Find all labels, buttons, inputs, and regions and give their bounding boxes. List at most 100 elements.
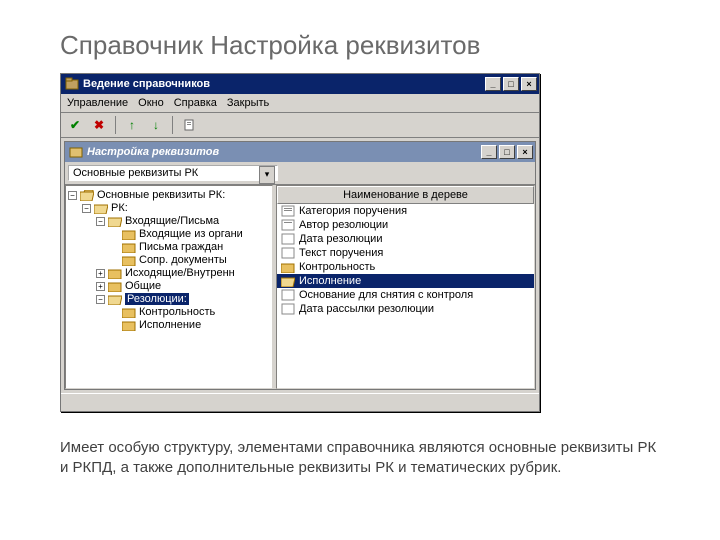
inner-titlebar[interactable]: Настройка реквизитов _ □ × (65, 142, 535, 162)
menubar: Управление Окно Справка Закрыть (61, 94, 539, 113)
maximize-button[interactable]: □ (503, 77, 519, 91)
toolbar: ✔ ✖ ↑ ↓ (61, 113, 539, 138)
tree-node-control[interactable]: Контрольность (68, 306, 270, 318)
dropdown-row: Основные реквизиты РК (65, 162, 535, 184)
tree-label: РК: (111, 202, 128, 214)
tree-label: Контрольность (139, 306, 215, 318)
folder-icon (108, 281, 122, 292)
inner-maximize-button[interactable]: □ (499, 145, 515, 159)
outer-titlebar[interactable]: Ведение справочников _ □ × (61, 74, 539, 94)
inner-minimize-button[interactable]: _ (481, 145, 497, 159)
inner-title-text: Настройка реквизитов (87, 146, 219, 158)
tree-label: Сопр. документы (139, 254, 227, 266)
folder-open-icon (108, 216, 122, 227)
toolbar-cancel-icon[interactable]: ✖ (89, 115, 109, 135)
list-item[interactable]: Основание для снятия с контроля (277, 288, 534, 302)
tree-node-outgoing[interactable]: + Исходящие/Внутренн (68, 267, 270, 279)
list-item[interactable]: Контрольность (277, 260, 534, 274)
tree-spacer (110, 243, 119, 252)
card-icon (281, 219, 295, 231)
card-icon (281, 205, 295, 217)
folder-icon (122, 255, 136, 266)
tree-pane[interactable]: − Основные реквизиты РК: − РК: − Входящи… (65, 185, 273, 389)
list-pane: Наименование в дереве Категория поручени… (276, 185, 535, 389)
tree-label: Входящие из органи (139, 228, 243, 240)
statusbar (61, 393, 539, 411)
list-item-label: Основание для снятия с контроля (299, 289, 473, 301)
tree-label: Письма граждан (139, 241, 223, 253)
tree-label: Общие (125, 280, 161, 292)
list-item-label: Категория поручения (299, 205, 407, 217)
inner-app-icon (69, 145, 83, 159)
card-icon (281, 247, 295, 259)
list-item[interactable]: Текст поручения (277, 246, 534, 260)
folder-icon (122, 242, 136, 253)
tree-spacer (110, 308, 119, 317)
folder-open-icon (281, 275, 295, 287)
minimize-button[interactable]: _ (485, 77, 501, 91)
list-item[interactable]: Дата резолюции (277, 232, 534, 246)
folder-icon (281, 261, 295, 273)
tree-spacer (110, 230, 119, 239)
toolbar-separator-2 (172, 116, 173, 134)
inner-close-button[interactable]: × (517, 145, 533, 159)
requisites-dropdown[interactable]: Основные реквизиты РК (68, 165, 278, 181)
list-item[interactable]: Категория поручения (277, 204, 534, 218)
collapse-icon[interactable]: − (96, 295, 105, 304)
list-item-label: Автор резолюции (299, 219, 388, 231)
tree-label: Резолюции: (125, 293, 189, 305)
tree-node-inorg[interactable]: Входящие из органи (68, 228, 270, 240)
toolbar-separator (115, 116, 116, 134)
toolbar-down-icon[interactable]: ↓ (146, 115, 166, 135)
menu-zakryt[interactable]: Закрыть (227, 97, 269, 109)
window-outer: Ведение справочников _ □ × Управление Ок… (60, 73, 540, 412)
expand-icon[interactable]: + (96, 269, 105, 278)
tree-label: Входящие/Письма (125, 215, 219, 227)
collapse-icon[interactable]: − (68, 191, 77, 200)
folder-open-icon (108, 294, 122, 305)
list-item-selected[interactable]: Исполнение (277, 274, 534, 288)
folder-icon (122, 307, 136, 318)
folder-icon (122, 320, 136, 331)
list-item-label: Исполнение (299, 275, 361, 287)
tree-label: Исполнение (139, 319, 201, 331)
list-item-label: Дата резолюции (299, 233, 382, 245)
close-button[interactable]: × (521, 77, 537, 91)
tree-node-execution[interactable]: Исполнение (68, 319, 270, 331)
tree-node-incoming[interactable]: − Входящие/Письма (68, 215, 270, 227)
toolbar-up-icon[interactable]: ↑ (122, 115, 142, 135)
tree-node-rk[interactable]: − РК: (68, 202, 270, 214)
list-item-label: Контрольность (299, 261, 375, 273)
tree-node-letters[interactable]: Письма граждан (68, 241, 270, 253)
card-icon (281, 233, 295, 245)
card-icon (281, 289, 295, 301)
list-body[interactable]: Категория поручения Автор резолюции Дата… (277, 204, 534, 388)
slide-title: Справочник Настройка реквизитов (60, 30, 660, 61)
menu-upravlenie[interactable]: Управление (67, 97, 128, 109)
menu-spravka[interactable]: Справка (174, 97, 217, 109)
toolbar-info-icon[interactable] (179, 115, 199, 135)
tree-node-common[interactable]: + Общие (68, 280, 270, 292)
collapse-icon[interactable]: − (96, 217, 105, 226)
toolbar-check-icon[interactable]: ✔ (65, 115, 85, 135)
outer-title-text: Ведение справочников (83, 78, 210, 90)
tree-node-resolutions[interactable]: − Резолюции: (68, 293, 270, 305)
menu-okno[interactable]: Окно (138, 97, 164, 109)
folder-open-icon (94, 203, 108, 214)
list-item[interactable]: Автор резолюции (277, 218, 534, 232)
tree-spacer (110, 256, 119, 265)
list-item-label: Дата рассылки резолюции (299, 303, 434, 315)
tree-node-root[interactable]: − Основные реквизиты РК: (68, 189, 270, 201)
folder-open-icon (80, 190, 94, 201)
slide-caption: Имеет особую структуру, элементами справ… (60, 438, 660, 479)
window-inner: Настройка реквизитов _ □ × Основные рекв… (64, 141, 536, 390)
list-item[interactable]: Дата рассылки резолюции (277, 302, 534, 316)
collapse-icon[interactable]: − (82, 204, 91, 213)
expand-icon[interactable]: + (96, 282, 105, 291)
tree-node-sopr[interactable]: Сопр. документы (68, 254, 270, 266)
folder-icon (122, 229, 136, 240)
list-header[interactable]: Наименование в дереве (277, 186, 534, 204)
tree-label: Основные реквизиты РК: (97, 189, 225, 201)
card-icon (281, 303, 295, 315)
tree-label: Исходящие/Внутренн (125, 267, 235, 279)
